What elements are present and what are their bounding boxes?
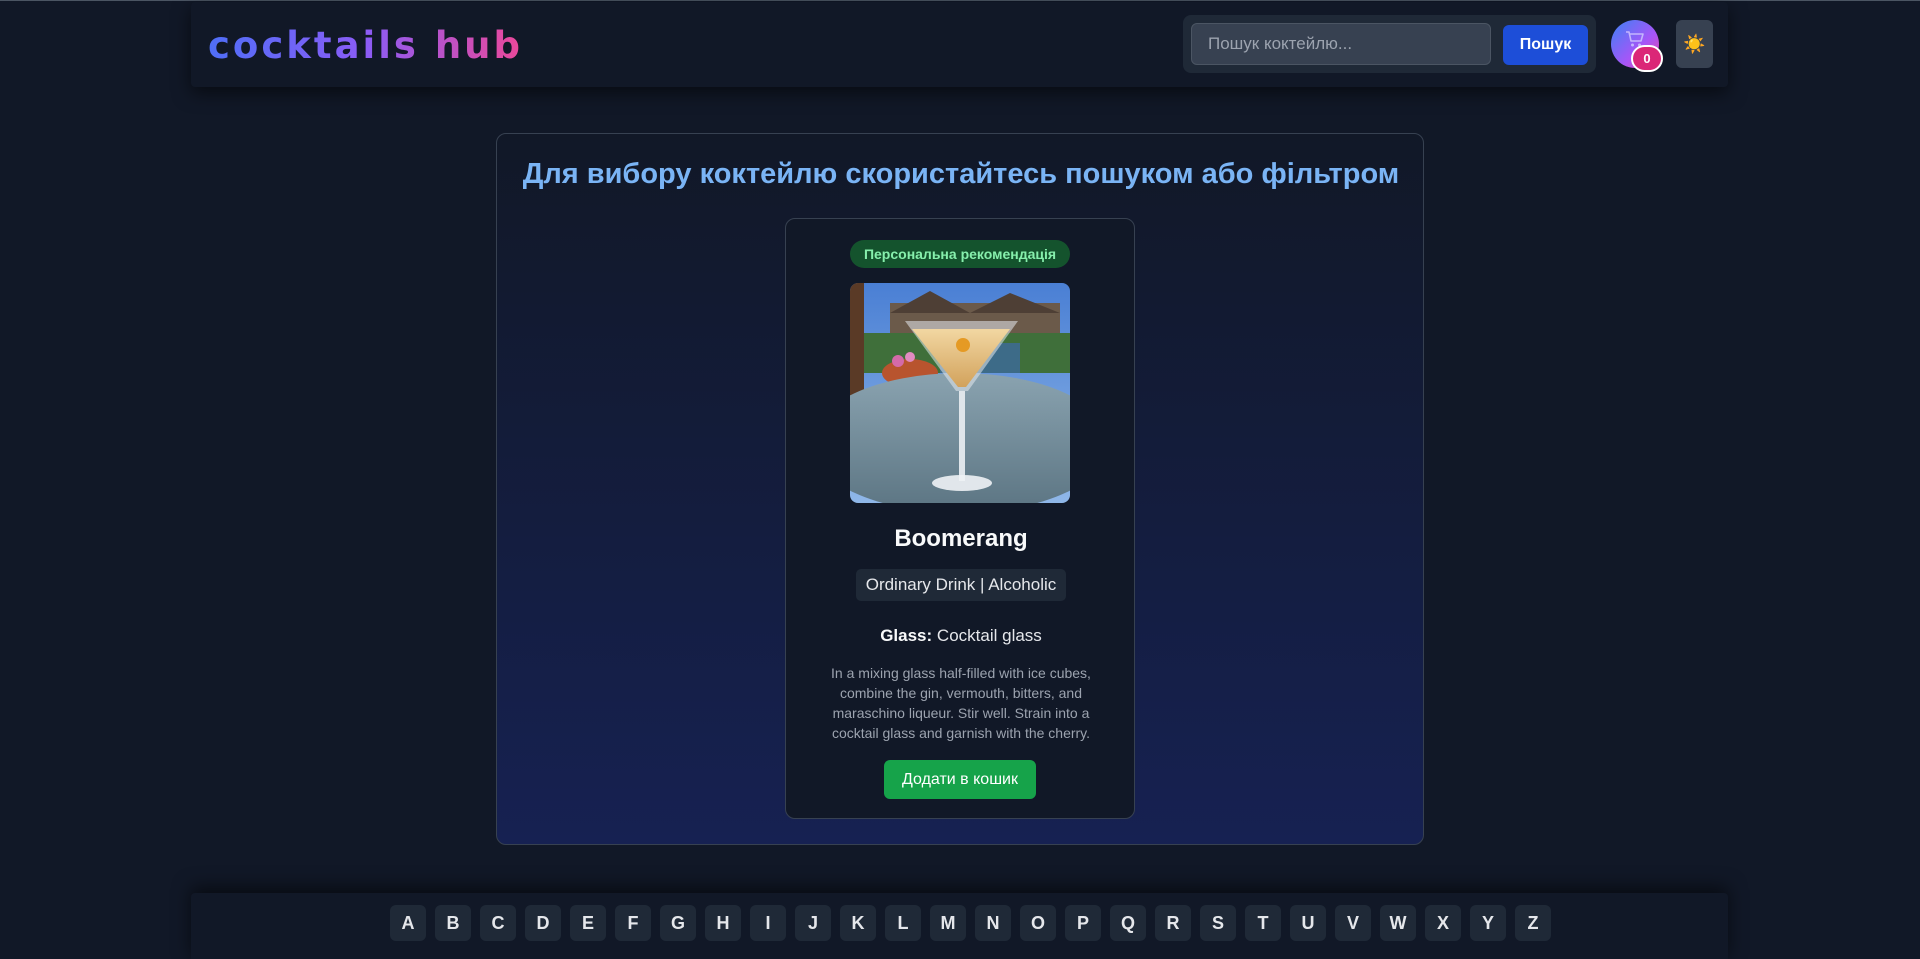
letter-filter-r[interactable]: R	[1155, 905, 1191, 941]
sun-icon: ☀️	[1683, 34, 1706, 54]
glass-value: Cocktail glass	[936, 626, 1042, 645]
letter-filter-w[interactable]: W	[1380, 905, 1416, 941]
letter-filter-n[interactable]: N	[975, 905, 1011, 941]
letter-filter-m[interactable]: M	[930, 905, 966, 941]
search-input[interactable]	[1191, 23, 1491, 65]
site-header: cocktails hub Пошук 0 ☀️	[191, 2, 1728, 87]
logo[interactable]: cocktails hub	[208, 24, 523, 68]
glass-label: Glass:	[880, 626, 933, 645]
main-panel: Для вибору коктейлю скористайтесь пошуко…	[496, 133, 1424, 845]
letter-filter-g[interactable]: G	[660, 905, 696, 941]
recommendation-badge: Персональна рекомендація	[850, 240, 1070, 268]
letter-filter-c[interactable]: C	[480, 905, 516, 941]
top-border	[0, 0, 1920, 1]
search-bar: Пошук	[1183, 15, 1596, 73]
cart-button[interactable]: 0	[1611, 20, 1663, 72]
letter-filter-k[interactable]: K	[840, 905, 876, 941]
theme-toggle-button[interactable]: ☀️	[1676, 20, 1713, 68]
letter-filter-i[interactable]: I	[750, 905, 786, 941]
alphabet-list: ABCDEFGHIJKLMNOPQRSTUVWXYZ	[390, 905, 1551, 941]
add-to-cart-button[interactable]: Додати в кошик	[884, 760, 1036, 799]
letter-filter-d[interactable]: D	[525, 905, 561, 941]
letter-filter-o[interactable]: O	[1020, 905, 1056, 941]
cocktail-name: Boomerang	[894, 525, 1028, 552]
letter-filter-x[interactable]: X	[1425, 905, 1461, 941]
cart-count-badge: 0	[1631, 45, 1663, 72]
letter-filter-b[interactable]: B	[435, 905, 471, 941]
letter-filter-z[interactable]: Z	[1515, 905, 1551, 941]
letter-filter-p[interactable]: P	[1065, 905, 1101, 941]
letter-filter-a[interactable]: A	[390, 905, 426, 941]
letter-filter-q[interactable]: Q	[1110, 905, 1146, 941]
letter-filter-y[interactable]: Y	[1470, 905, 1506, 941]
cocktail-card: Персональна рекомендація Boomerang Ordin…	[785, 218, 1135, 819]
letter-filter-u[interactable]: U	[1290, 905, 1326, 941]
page-title: Для вибору коктейлю скористайтесь пошуко…	[522, 158, 1400, 190]
cocktail-image	[850, 283, 1070, 503]
alphabet-filter: ABCDEFGHIJKLMNOPQRSTUVWXYZ	[191, 893, 1728, 959]
letter-filter-j[interactable]: J	[795, 905, 831, 941]
letter-filter-f[interactable]: F	[615, 905, 651, 941]
glass-info: Glass: Cocktail glass	[786, 626, 1136, 646]
letter-filter-v[interactable]: V	[1335, 905, 1371, 941]
letter-filter-h[interactable]: H	[705, 905, 741, 941]
letter-filter-l[interactable]: L	[885, 905, 921, 941]
letter-filter-e[interactable]: E	[570, 905, 606, 941]
letter-filter-s[interactable]: S	[1200, 905, 1236, 941]
cocktail-instructions: In a mixing glass half-filled with ice c…	[831, 665, 1091, 741]
category-tag: Ordinary Drink | Alcoholic	[856, 569, 1066, 601]
letter-filter-t[interactable]: T	[1245, 905, 1281, 941]
search-button[interactable]: Пошук	[1503, 25, 1588, 65]
